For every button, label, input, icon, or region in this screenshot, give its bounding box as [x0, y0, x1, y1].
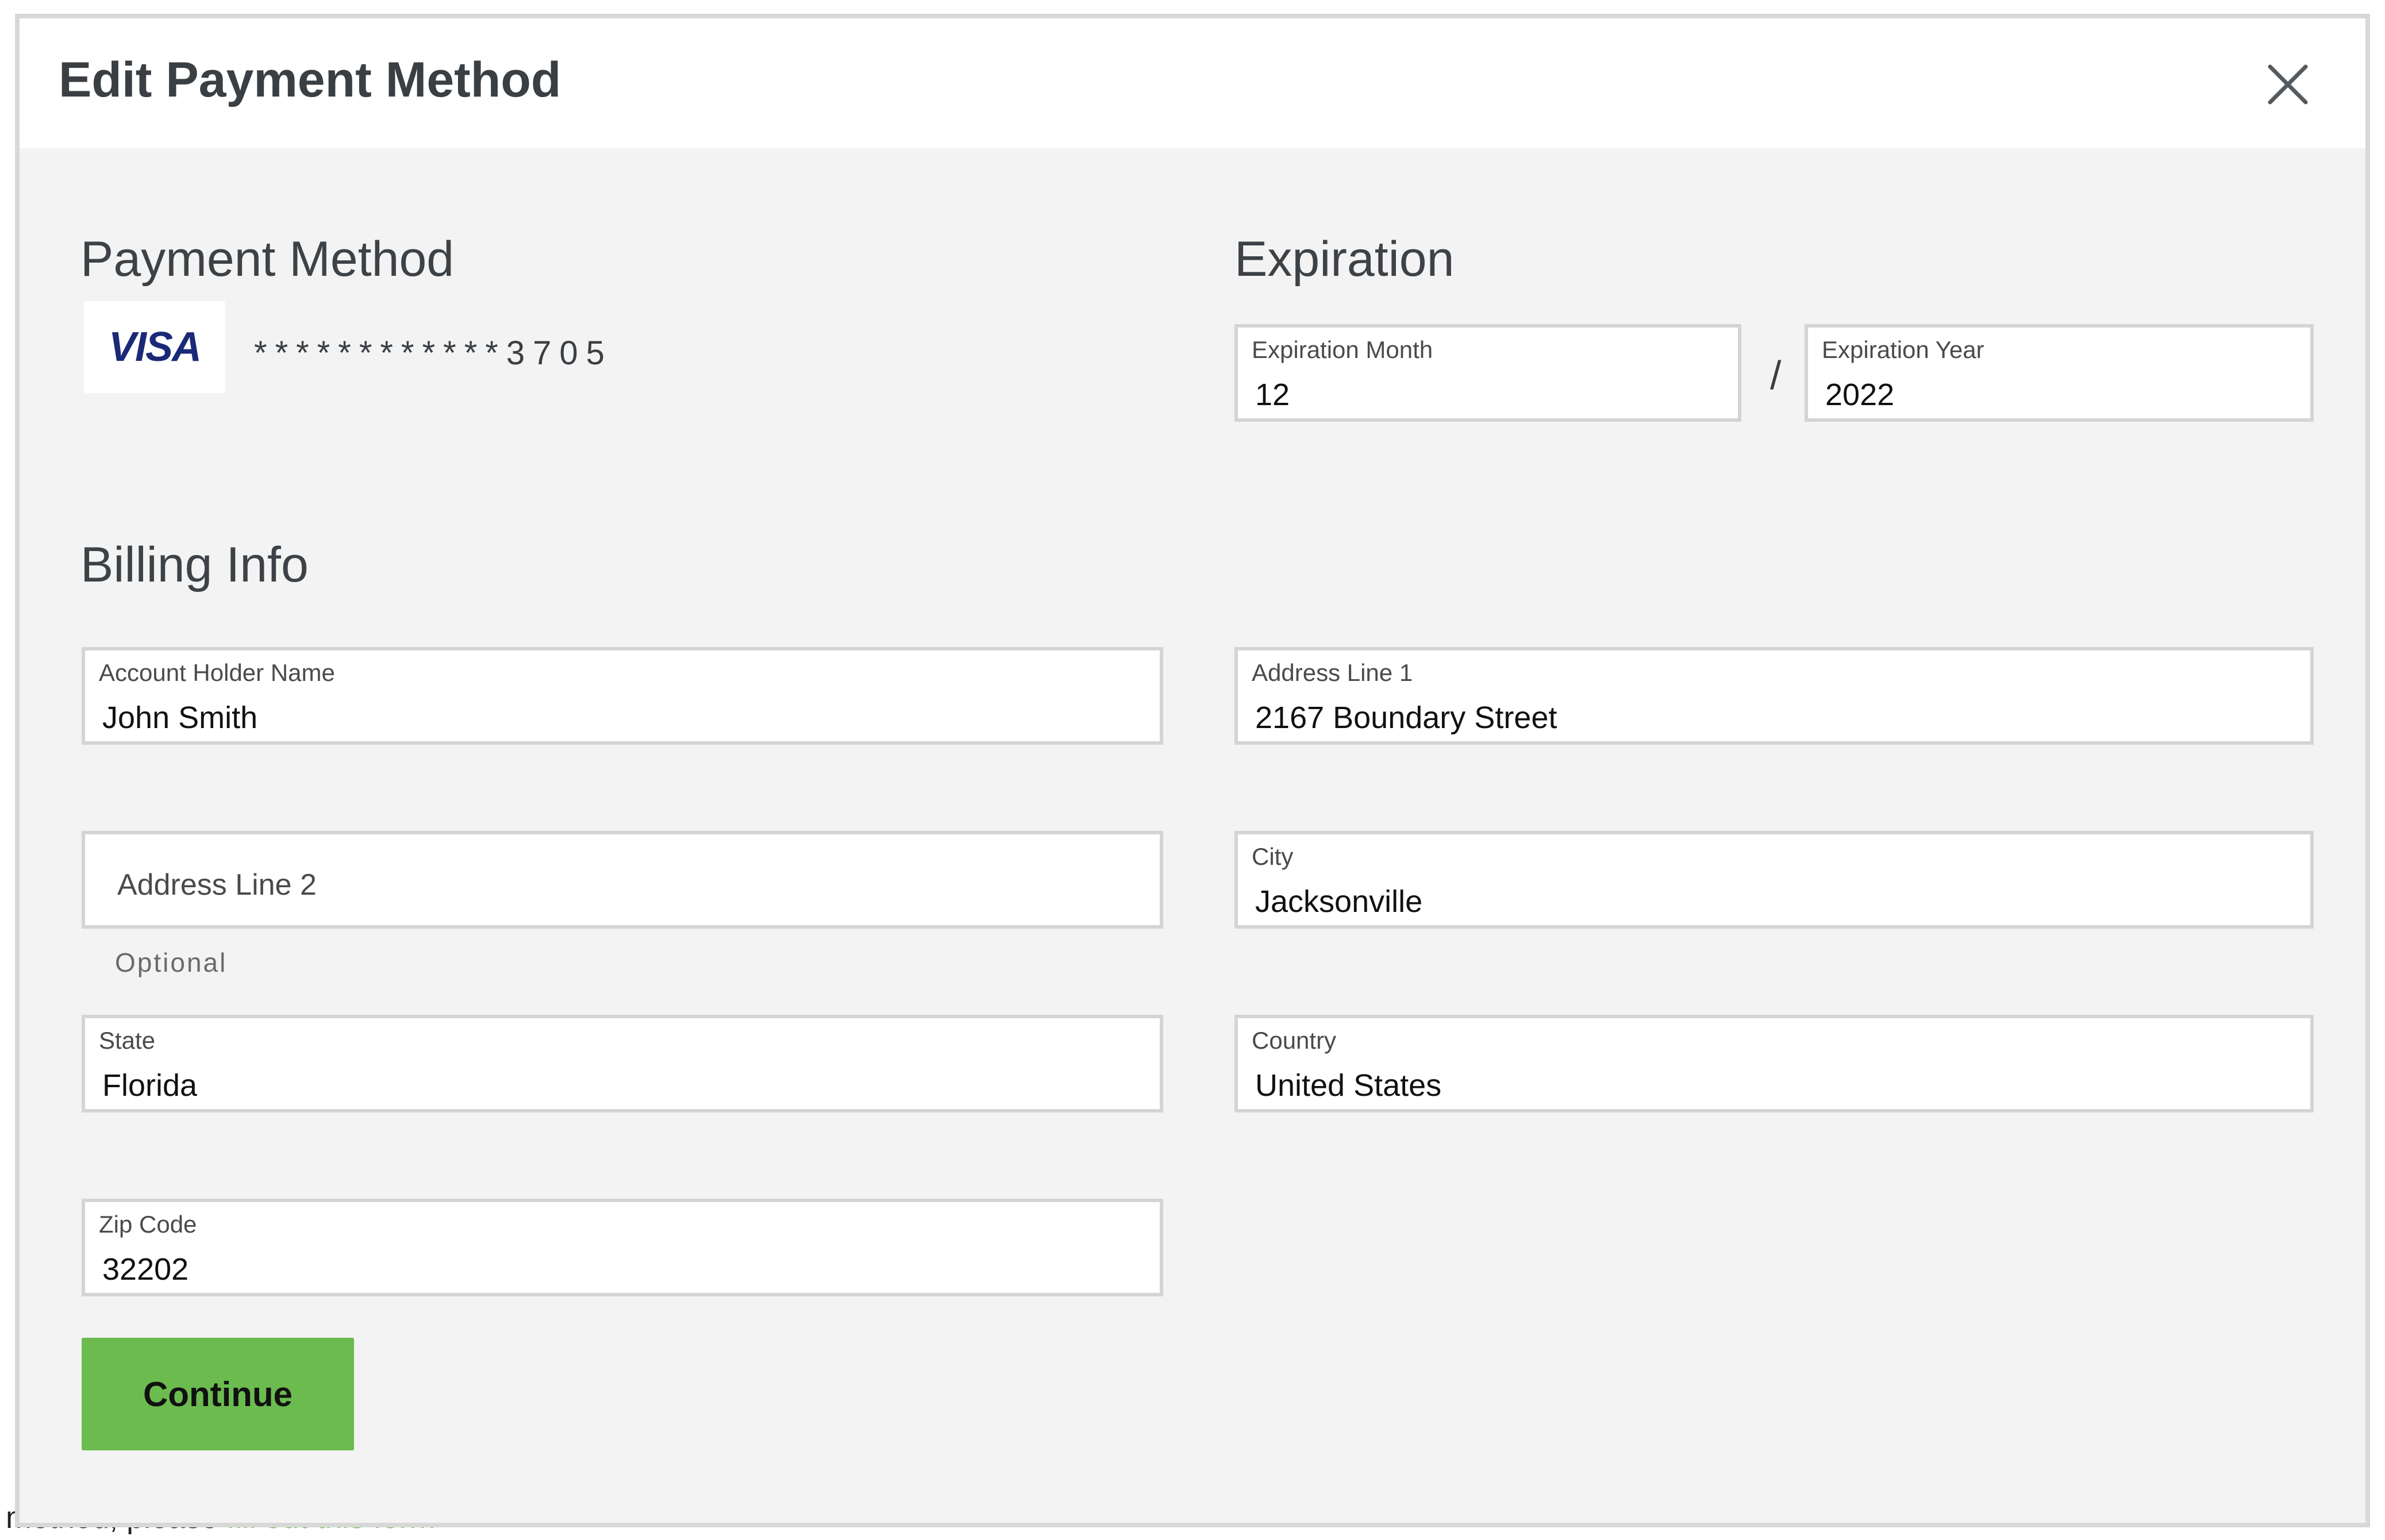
account-holder-label: Account Holder Name — [99, 659, 335, 686]
expiration-month-input[interactable] — [1255, 377, 1721, 413]
country-input[interactable] — [1255, 1068, 2293, 1103]
expiration-separator: / — [1770, 353, 1782, 398]
expiration-month-field[interactable]: Expiration Month — [1234, 324, 1741, 422]
continue-button[interactable]: Continue — [82, 1338, 354, 1450]
address-line-2-field[interactable]: Address Line 2 — [82, 831, 1163, 929]
country-field[interactable]: Country — [1234, 1015, 2314, 1112]
account-holder-input[interactable] — [102, 700, 1143, 736]
visa-card-icon: VISA — [84, 301, 225, 393]
city-label: City — [1252, 843, 1294, 870]
expiration-year-field[interactable]: Expiration Year — [1805, 324, 2314, 422]
card-brand-label: VISA — [108, 324, 202, 370]
city-field[interactable]: City — [1234, 831, 2314, 929]
expiration-year-label: Expiration Year — [1822, 336, 1984, 363]
billing-info-heading: Billing Info — [80, 537, 309, 592]
masked-card-number: ************3705 — [254, 334, 613, 372]
state-label: State — [99, 1027, 156, 1054]
zip-code-field[interactable]: Zip Code — [82, 1199, 1163, 1296]
expiration-year-input[interactable] — [1825, 377, 2293, 413]
zip-code-label: Zip Code — [99, 1211, 197, 1238]
edit-payment-modal: Edit Payment Method Payment Method VISA … — [15, 14, 2370, 1527]
expiration-heading: Expiration — [1234, 232, 1455, 287]
address-line-2-hint: Optional — [115, 948, 228, 977]
payment-method-heading: Payment Method — [80, 232, 455, 287]
address-line-1-field[interactable]: Address Line 1 — [1234, 647, 2314, 745]
expiration-month-label: Expiration Month — [1252, 336, 1433, 363]
address-line-2-placeholder: Address Line 2 — [117, 868, 317, 902]
city-input[interactable] — [1255, 884, 2293, 919]
state-field[interactable]: State — [82, 1015, 1163, 1112]
account-holder-field[interactable]: Account Holder Name — [82, 647, 1163, 745]
zip-code-input[interactable] — [102, 1252, 1143, 1287]
address-line-1-input[interactable] — [1255, 700, 2293, 736]
close-icon[interactable] — [2262, 59, 2314, 110]
modal-title: Edit Payment Method — [59, 52, 561, 107]
modal-header: Edit Payment Method — [20, 18, 2365, 148]
country-label: Country — [1252, 1027, 1337, 1054]
address-line-1-label: Address Line 1 — [1252, 659, 1413, 686]
state-input[interactable] — [102, 1068, 1143, 1103]
